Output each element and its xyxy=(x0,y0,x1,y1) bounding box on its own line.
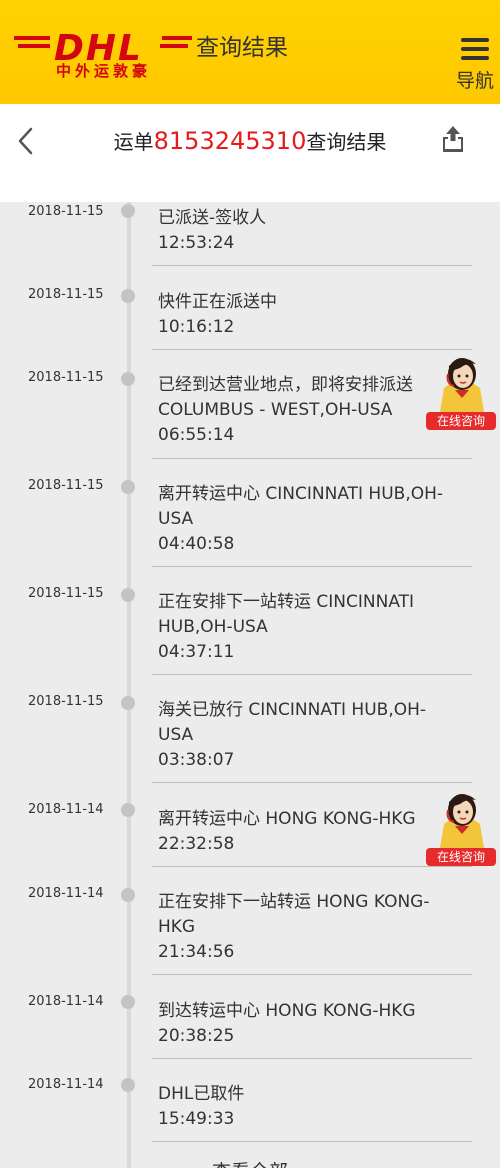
timeline-line xyxy=(127,202,131,1168)
event-date: 2018-11-15 xyxy=(28,586,104,601)
logo-stripe xyxy=(18,44,50,48)
event-date: 2018-11-14 xyxy=(28,994,104,1009)
sub-header: 运单8153245310查询结果 xyxy=(0,104,500,202)
timeline-dot xyxy=(121,803,135,817)
waybill-number: 8153245310 xyxy=(153,127,307,155)
divider xyxy=(152,782,472,783)
event-detail: 离开转运中心 CINCINNATI HUB,OH- USA 04:40:58 xyxy=(158,482,458,557)
nav-label: 导航 xyxy=(455,70,494,92)
event-line: 快件正在派送中 xyxy=(158,292,277,312)
page-title: 查询结果 xyxy=(196,35,288,61)
timeline-dot xyxy=(121,289,135,303)
event-line: USA xyxy=(158,509,194,529)
event-detail: 已经到达营业地点，即将安排派送 COLUMBUS - WEST,OH-USA 0… xyxy=(158,373,458,448)
event-line: COLUMBUS - WEST,OH-USA xyxy=(158,400,393,420)
event-line: 离开转运中心 CINCINNATI HUB,OH- xyxy=(158,484,444,504)
view-all-button[interactable]: 查看全部 xyxy=(0,1157,500,1168)
event-date: 2018-11-15 xyxy=(28,694,104,709)
event-line: 正在安排下一站转运 CINCINNATI xyxy=(158,592,415,612)
online-consult-button[interactable]: 在线咨询 xyxy=(424,788,500,872)
event-line: 已经到达营业地点，即将安排派送 xyxy=(158,375,413,395)
event-date: 2018-11-15 xyxy=(28,204,104,219)
event-date: 2018-11-15 xyxy=(28,370,104,385)
nav-button[interactable]: 导航 xyxy=(450,38,500,92)
event-date: 2018-11-15 xyxy=(28,287,104,302)
tracking-timeline: 2018-11-15 已派送-签收人 12:53:24 2018-11-15 快… xyxy=(0,202,500,1168)
event-date: 2018-11-14 xyxy=(28,886,104,901)
event-detail: 离开转运中心 HONG KONG-HKG 22:32:58 xyxy=(158,807,458,857)
waybill-title: 运单8153245310查询结果 xyxy=(0,126,500,155)
divider xyxy=(152,349,472,350)
event-detail: 快件正在派送中 10:16:12 xyxy=(158,290,458,340)
waybill-suffix: 查询结果 xyxy=(306,130,387,154)
event-line: 15:49:33 xyxy=(158,1109,235,1129)
event-line: USA xyxy=(158,725,194,745)
event-line: 到达转运中心 HONG KONG-HKG xyxy=(158,1001,416,1021)
agent-avatar-icon xyxy=(440,794,484,848)
event-line: 正在安排下一站转运 HONG KONG- xyxy=(158,892,430,912)
event-detail: 正在安排下一站转运 CINCINNATI HUB,OH-USA 04:37:11 xyxy=(158,590,458,665)
logo-stripe xyxy=(162,36,192,40)
consult-label: 在线咨询 xyxy=(426,848,496,866)
event-line: DHL已取件 xyxy=(158,1084,245,1104)
timeline-dot xyxy=(121,204,135,218)
share-icon[interactable] xyxy=(440,124,466,154)
waybill-prefix: 运单 xyxy=(113,130,154,154)
brand-name-cn: 中外运敦豪 xyxy=(56,62,152,80)
event-detail: 到达转运中心 HONG KONG-HKG 20:38:25 xyxy=(158,999,458,1049)
logo-stripe xyxy=(160,44,188,48)
timeline-dot xyxy=(121,588,135,602)
dhl-logo[interactable]: DHL 中外运敦豪 xyxy=(14,22,194,82)
consult-label: 在线咨询 xyxy=(426,412,496,430)
event-line: 22:32:58 xyxy=(158,834,235,854)
timeline-dot xyxy=(121,696,135,710)
event-line: 离开转运中心 HONG KONG-HKG xyxy=(158,809,416,829)
online-consult-button[interactable]: 在线咨询 xyxy=(424,352,500,436)
event-line: 06:55:14 xyxy=(158,425,235,445)
timeline-dot xyxy=(121,1078,135,1092)
event-date: 2018-11-14 xyxy=(28,802,104,817)
agent-avatar-icon xyxy=(440,358,484,412)
event-detail: 正在安排下一站转运 HONG KONG- HKG 21:34:56 xyxy=(158,890,458,965)
event-line: 海关已放行 CINCINNATI HUB,OH- xyxy=(158,700,427,720)
event-detail: 已派送-签收人 12:53:24 xyxy=(158,206,458,256)
timeline-dot xyxy=(121,372,135,386)
top-bar: DHL 中外运敦豪 查询结果 导航 xyxy=(0,0,500,104)
divider xyxy=(152,974,472,975)
divider xyxy=(152,566,472,567)
menu-icon xyxy=(461,38,489,65)
divider xyxy=(152,265,472,266)
event-date: 2018-11-14 xyxy=(28,1077,104,1092)
event-line: 已派送-签收人 xyxy=(158,208,267,228)
event-date: 2018-11-15 xyxy=(28,478,104,493)
event-line: 03:38:07 xyxy=(158,750,235,770)
timeline-dot xyxy=(121,888,135,902)
event-line: 12:53:24 xyxy=(158,233,235,253)
event-line: 10:16:12 xyxy=(158,317,235,337)
timeline-dot xyxy=(121,480,135,494)
divider xyxy=(152,458,472,459)
divider xyxy=(152,674,472,675)
divider xyxy=(152,1141,472,1142)
event-detail: 海关已放行 CINCINNATI HUB,OH- USA 03:38:07 xyxy=(158,698,458,773)
event-detail: DHL已取件 15:49:33 xyxy=(158,1082,458,1132)
timeline-dot xyxy=(121,995,135,1009)
event-line: 04:37:11 xyxy=(158,642,235,662)
logo-stripe xyxy=(14,36,50,40)
event-line: 20:38:25 xyxy=(158,1026,235,1046)
event-line: HUB,OH-USA xyxy=(158,617,268,637)
divider xyxy=(152,1058,472,1059)
event-line: 04:40:58 xyxy=(158,534,235,554)
event-line: 21:34:56 xyxy=(158,942,235,962)
event-line: HKG xyxy=(158,917,196,937)
